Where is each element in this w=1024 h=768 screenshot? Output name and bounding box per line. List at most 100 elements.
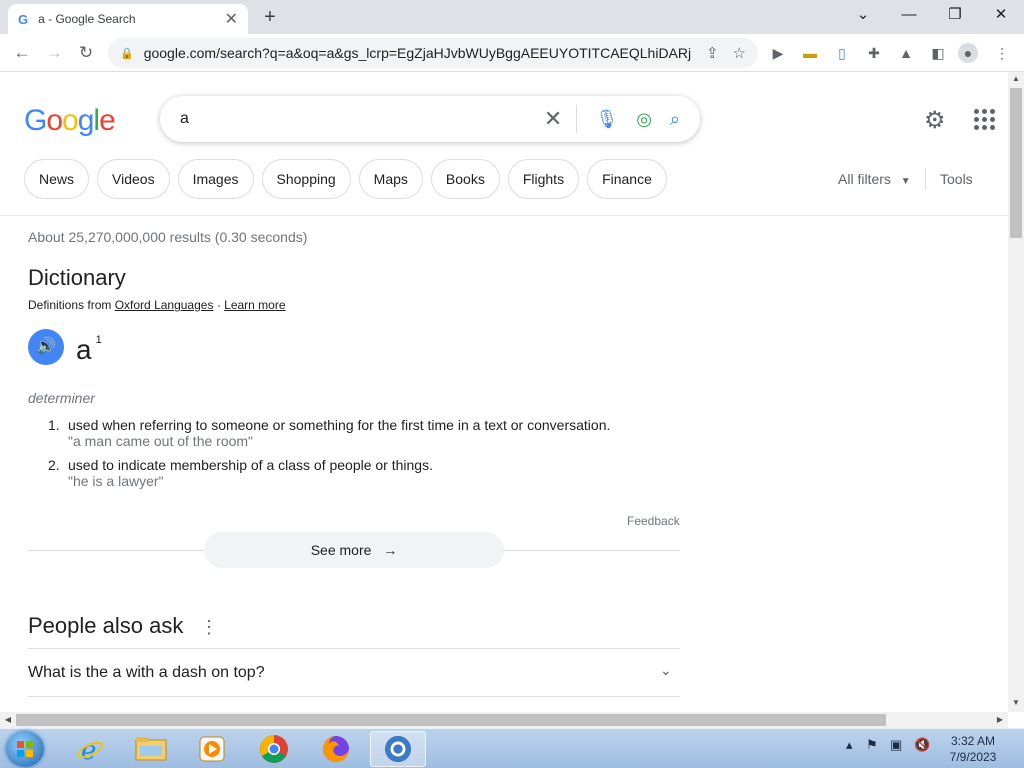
definition-item: 2. used to indicate membership of a clas… [48,457,688,489]
google-lens-icon[interactable]: ◎ [636,109,652,130]
labs-flask-icon[interactable]: ▲ [896,43,916,63]
tab-title: a - Google Search [38,12,136,26]
bookmark-star-icon[interactable]: ☆ [733,44,746,62]
firefox-icon[interactable] [308,731,364,767]
headword-text: a [76,334,92,365]
definition-example: "a man came out of the room" [68,433,254,449]
definition-item: 1. used when referring to someone or som… [48,417,688,449]
chip-maps[interactable]: Maps [358,159,423,199]
address-bar[interactable]: 🔒 google.com/search?q=a&oq=a&gs_lcrp=EgZ… [108,38,758,68]
scroll-left-icon[interactable]: ◀ [0,712,16,728]
chip-books[interactable]: Books [430,159,500,199]
profile-avatar-icon[interactable]: ● [958,43,978,63]
definition-example: "he is a lawyer" [68,473,164,489]
chip-flights[interactable]: Flights [507,159,580,199]
dropdown-caret-icon: ▼ [900,176,911,187]
network-icon[interactable]: ▣ [890,737,902,753]
clock-date: 7/9/2023 [949,750,997,764]
browser-toolbar: ← → ↻ 🔒 google.com/search?q=a&oq=a&gs_lc… [0,34,1024,72]
google-logo[interactable]: Google [24,104,116,138]
horizontal-scrollbar[interactable]: ◀ ▶ [0,712,1008,728]
chrome-taskbar-icon[interactable] [246,731,302,767]
search-input[interactable] [180,110,526,128]
more-options-icon[interactable]: ⋮ [200,617,218,638]
browser-tab[interactable]: G a - Google Search ✕ [8,4,248,34]
scroll-down-icon[interactable]: ▼ [1008,698,1024,707]
source-separator: · [216,298,221,312]
start-button[interactable] [6,731,44,767]
clear-search-icon[interactable]: ✕ [544,106,562,132]
extensions-puzzle-icon[interactable]: ✚ [864,43,884,63]
paa-question[interactable]: What is the a with a dash on top? [28,664,265,682]
file-explorer-icon[interactable] [123,731,179,767]
google-apps-icon[interactable] [974,109,995,130]
source-prefix: Definitions from [28,298,112,312]
media-player-icon[interactable] [184,731,240,767]
extension-translate-icon[interactable]: ▯ [832,43,852,63]
minimize-button[interactable]: — [893,4,925,26]
chip-news[interactable]: News [24,159,90,199]
scroll-right-icon[interactable]: ▶ [992,712,1008,728]
tab-search-icon[interactable]: ⌄ [847,4,879,26]
chrome-taskbar-active-icon[interactable] [370,731,426,767]
chip-images[interactable]: Images [177,159,254,199]
tab-strip: G a - Google Search ✕ + ⌄ — ❐ ✕ [0,0,1024,34]
dictionary-source: Definitions from Oxford Languages · Lear… [28,298,286,312]
volume-muted-icon[interactable]: 🔇 [914,737,930,753]
show-hidden-icons-icon[interactable]: ▴ [846,737,853,753]
headword: a1 [76,334,102,366]
close-tab-icon[interactable]: ✕ [225,9,238,29]
search-results-page: Google ✕ 🎙 ◎ ⌕ ⚙ News Videos Images Shop… [0,72,1008,712]
microphone-icon[interactable]: 🎙 [595,109,618,130]
lock-icon[interactable]: 🔒 [120,47,134,60]
search-divider [576,105,578,133]
extension-folder-icon[interactable]: ▬ [800,43,820,63]
search-icon[interactable]: ⌕ [670,109,680,130]
windows-taskbar: e ▴ ⚑ ▣ 🔇 3:32 AM 7/9/2023 [0,728,1024,768]
header-divider [0,215,1008,216]
all-filters-button[interactable]: All filters ▼ [838,171,911,187]
extension-video-icon[interactable]: ▶ [768,43,788,63]
chip-videos[interactable]: Videos [97,159,170,199]
definitions-list: 1. used when referring to someone or som… [48,417,688,497]
reload-button[interactable]: ↻ [74,41,98,65]
settings-gear-icon[interactable]: ⚙ [924,106,946,135]
paa-divider [28,696,680,697]
headword-superscript: 1 [95,334,102,346]
new-tab-button[interactable]: + [260,6,280,29]
internet-explorer-icon[interactable]: e [62,731,118,767]
pronunciation-speaker-icon[interactable]: 🔊 [28,329,64,365]
chip-finance[interactable]: Finance [587,159,667,199]
vertical-scrollbar[interactable]: ▲ ▼ [1008,72,1024,712]
restore-button[interactable]: ❐ [939,4,971,26]
close-window-button[interactable]: ✕ [985,4,1017,26]
search-filter-chips: News Videos Images Shopping Maps Books F… [24,159,675,199]
see-more-button[interactable]: See more → [204,532,504,568]
learn-more-link[interactable]: Learn more [224,298,285,312]
google-favicon-icon: G [18,11,29,27]
oxford-languages-link[interactable]: Oxford Languages [115,298,214,312]
system-clock[interactable]: 3:32 AM 7/9/2023 [936,733,1010,765]
clock-time: 3:32 AM [950,734,996,748]
side-panel-icon[interactable]: ◧ [928,43,948,63]
dictionary-title: Dictionary [28,265,126,290]
definition-number: 2. [48,457,60,473]
result-stats: About 25,270,000,000 results (0.30 secon… [28,229,308,245]
definition-text: used when referring to someone or someth… [68,417,611,433]
tools-button[interactable]: Tools [940,171,973,187]
forward-button[interactable]: → [42,41,66,65]
search-box: ✕ 🎙 ◎ ⌕ [160,96,700,142]
filters-divider [925,168,926,190]
horizontal-scroll-thumb[interactable] [16,714,886,726]
feedback-link[interactable]: Feedback [627,514,680,528]
svg-text:e: e [81,736,96,764]
back-button[interactable]: ← [10,41,34,65]
chrome-menu-icon[interactable]: ⋮ [992,43,1012,63]
chip-shopping[interactable]: Shopping [261,159,351,199]
chevron-down-icon[interactable]: ⌄ [660,662,672,679]
action-center-flag-icon[interactable]: ⚑ [866,737,878,753]
scroll-up-icon[interactable]: ▲ [1008,74,1024,83]
share-icon[interactable]: ⇪ [706,44,719,62]
url-text: google.com/search?q=a&oq=a&gs_lcrp=EgZja… [143,45,692,61]
vertical-scroll-thumb[interactable] [1010,88,1022,238]
